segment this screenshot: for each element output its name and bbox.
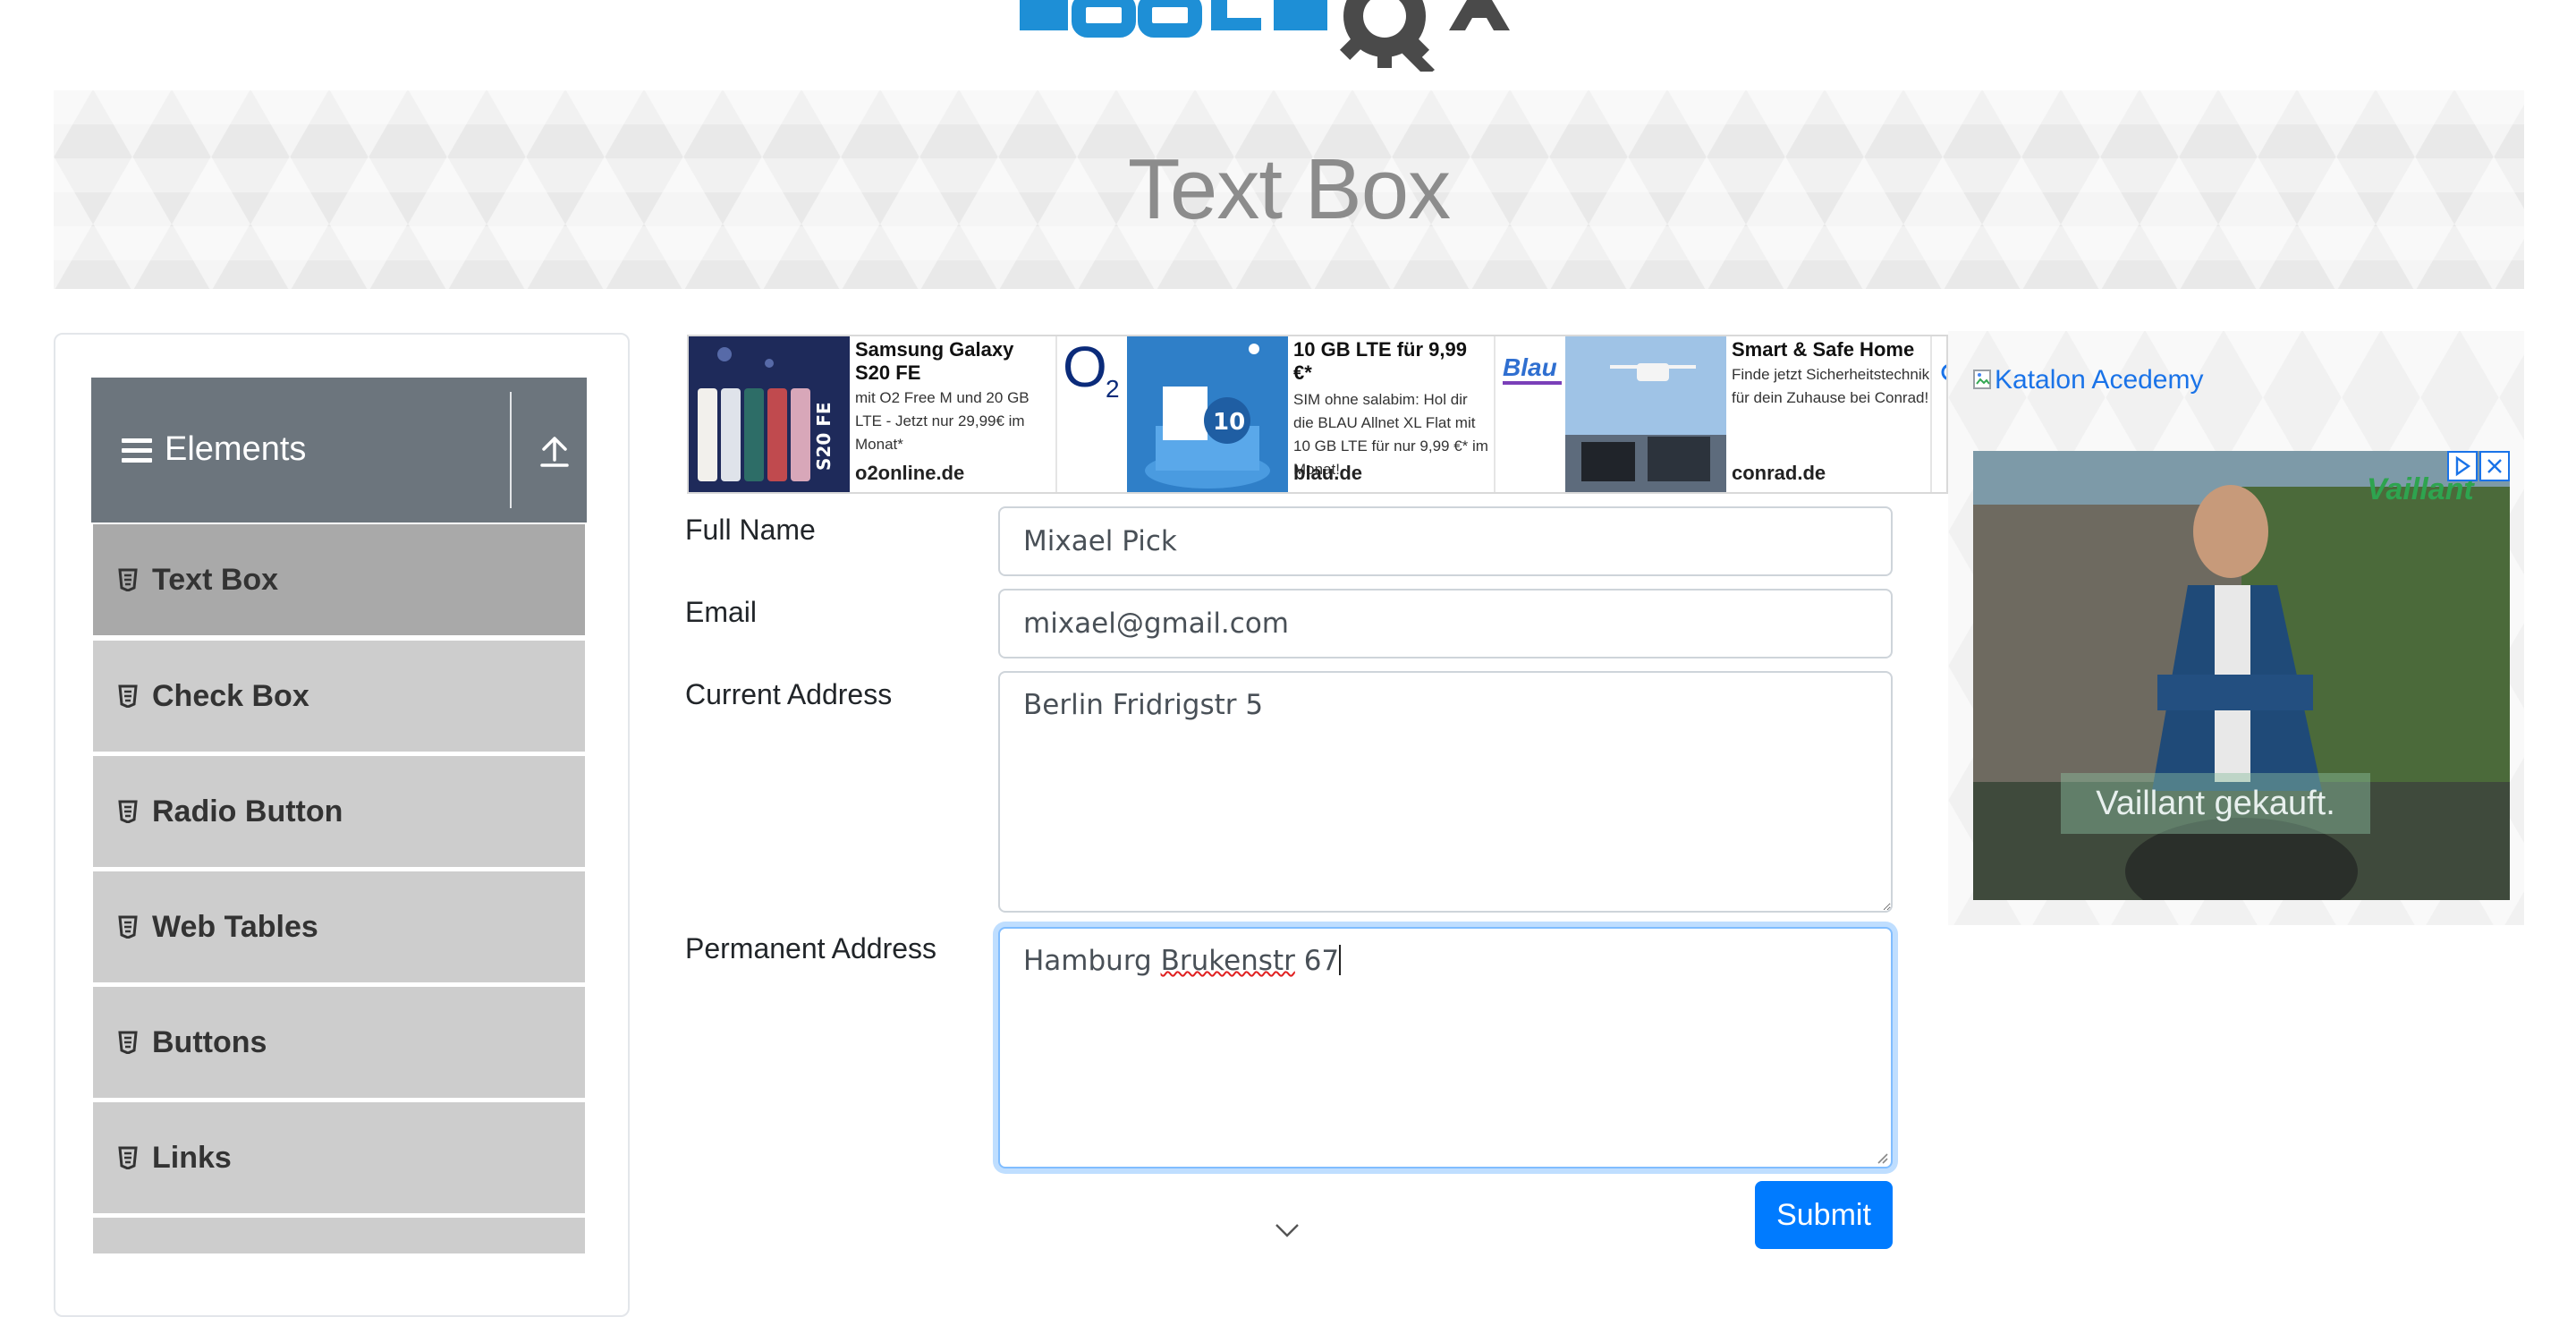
permanent-address-text: Hamburg: [1023, 945, 1161, 977]
adchoices-icon[interactable]: [2447, 451, 2478, 481]
toolsqa-logo[interactable]: [1020, 0, 1592, 77]
ad-brand-o2[interactable]: O 2: [1055, 336, 1132, 492]
sidebar-item-radio-button[interactable]: Radio Button: [93, 756, 585, 867]
collapse-arrow-up-icon[interactable]: [538, 433, 571, 469]
ad-brand-blau[interactable]: Blau: [1494, 336, 1569, 492]
ad-domain[interactable]: blau.de: [1293, 462, 1362, 485]
html5-icon: [118, 915, 138, 939]
ad-blau[interactable]: 10 10 GB LTE für 9,99 €* SIM ohne salabi…: [1127, 336, 1569, 492]
html5-icon: [118, 800, 138, 823]
close-icon[interactable]: [2479, 451, 2510, 481]
ad-title[interactable]: 10 GB LTE für 9,99 €*: [1293, 338, 1490, 385]
current-address-textarea[interactable]: Berlin Fridrigstr 5: [998, 671, 1893, 913]
sidebar-item-label: Links: [152, 1140, 232, 1175]
permanent-address-textarea[interactable]: Hamburg Brukenstr 67: [998, 927, 1893, 1168]
katalon-link-text[interactable]: Katalon Acedemy: [1995, 365, 2203, 395]
group-title: Elements: [165, 430, 307, 468]
sidebar-item-check-box[interactable]: Check Box: [93, 641, 585, 752]
sidebar-item-links[interactable]: Links: [93, 1102, 585, 1213]
email-label: Email: [685, 596, 758, 628]
svg-text:10: 10: [1213, 409, 1245, 436]
html5-icon: [118, 1146, 138, 1169]
ad-conrad[interactable]: Smart & Safe Home Finde jetzt Sicherheit…: [1565, 336, 1946, 492]
sidebar-item-partial[interactable]: [93, 1218, 585, 1253]
html5-icon: [118, 568, 138, 591]
elements-group-header[interactable]: Elements: [91, 378, 587, 523]
html5-icon: [118, 684, 138, 708]
resize-grip-icon[interactable]: [1873, 1149, 1889, 1165]
ad-title[interactable]: Samsung Galaxy S20 FE: [855, 338, 1052, 385]
current-address-label: Current Address: [685, 678, 893, 710]
ad-samsung[interactable]: S20 FE Samsung Galaxy S20 FE mit O2 Free…: [689, 336, 1132, 492]
ad-title[interactable]: Smart & Safe Home: [1732, 338, 1928, 361]
sidebar-item-label: Web Tables: [152, 909, 318, 944]
full-name-input[interactable]: [998, 506, 1893, 576]
hamburger-icon: [122, 438, 152, 463]
ad-image-phones[interactable]: S20 FE: [689, 336, 850, 492]
ad-domain[interactable]: o2online.de: [855, 462, 964, 485]
svg-text:2: 2: [1106, 375, 1120, 403]
svg-text:O: O: [1063, 336, 1107, 399]
page-banner: Text Box: [54, 90, 2524, 289]
submit-button[interactable]: Submit: [1755, 1181, 1893, 1249]
ads-strip: S20 FE Samsung Galaxy S20 FE mit O2 Free…: [687, 335, 1948, 494]
ad-image-sim[interactable]: 10: [1127, 336, 1288, 492]
permanent-address-label: Permanent Address: [685, 932, 937, 964]
sidebar-item-web-tables[interactable]: Web Tables: [93, 871, 585, 982]
text-caret: [1339, 945, 1342, 975]
sidebar-item-label: Check Box: [152, 678, 309, 713]
ad-description: Finde jetzt Sicherheitstechnik für dein …: [1732, 366, 1930, 406]
misspelled-word: Brukenstr: [1160, 945, 1295, 977]
header-divider: [510, 392, 512, 508]
full-name-label: Full Name: [685, 514, 816, 546]
ad-image-drone[interactable]: [1565, 336, 1726, 492]
vaillant-ad-image[interactable]: Vaillant Vaillant gekauft.: [1973, 451, 2510, 900]
ad-domain[interactable]: conrad.de: [1732, 462, 1826, 485]
broken-image-icon: [1973, 370, 1991, 389]
chevron-down-icon[interactable]: [1274, 1222, 1301, 1238]
email-input[interactable]: [998, 589, 1893, 658]
sidebar-item-label: Radio Button: [152, 794, 343, 828]
katalon-academy-link[interactable]: Katalon Acedemy: [1973, 365, 2203, 395]
page-title: Text Box: [1127, 141, 1451, 237]
svg-text:S20 FE: S20 FE: [813, 402, 835, 471]
ad-brand-conrad[interactable]: [1930, 336, 1946, 492]
vaillant-tagline: Vaillant gekauft.: [2061, 773, 2370, 834]
permanent-address-text-end: 67: [1294, 945, 1340, 977]
sidebar-item-text-box[interactable]: Text Box: [93, 524, 585, 635]
ad-description: mit O2 Free M und 20 GB LTE - Jetzt nur …: [855, 389, 1030, 453]
sidebar-item-buttons[interactable]: Buttons: [93, 987, 585, 1098]
html5-icon: [118, 1031, 138, 1054]
svg-text:Blau: Blau: [1503, 353, 1557, 381]
sidebar-item-label: Buttons: [152, 1024, 267, 1059]
sidebar-item-label: Text Box: [152, 562, 279, 597]
